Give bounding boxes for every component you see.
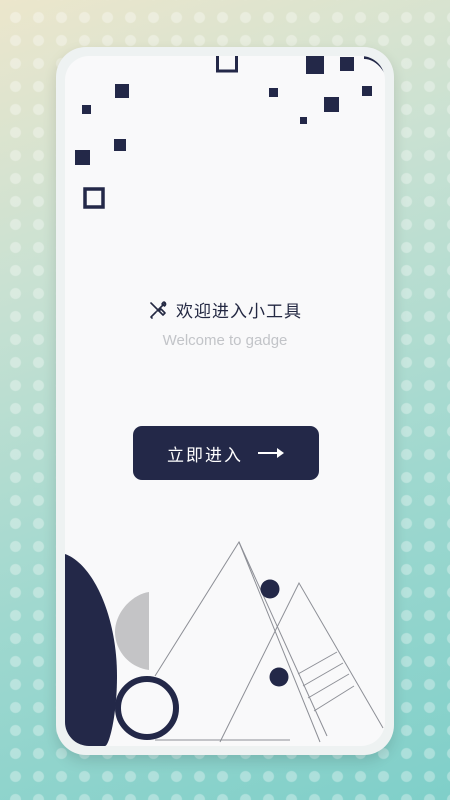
- app-screen: 欢迎进入小工具 Welcome to gadge 立即进入: [65, 56, 385, 746]
- deco-stripe: [307, 673, 350, 699]
- bottom-geometric-decoration: [65, 540, 384, 746]
- phone-frame: 欢迎进入小工具 Welcome to gadge 立即进入: [56, 47, 394, 755]
- deco-stripe: [297, 651, 338, 675]
- deco-stripe: [313, 685, 355, 712]
- deco-gray-half-circle: [115, 592, 149, 670]
- deco-navy-half-circle: [65, 554, 117, 746]
- deco-stripe: [302, 662, 344, 687]
- deco-navy-ring: [115, 676, 179, 740]
- deco-navy-dot: [269, 667, 289, 687]
- deco-small-triangle: [219, 581, 384, 743]
- deco-navy-dot: [260, 579, 280, 599]
- deco-large-triangle: [154, 540, 321, 743]
- deco-diagonal-line: [238, 541, 328, 737]
